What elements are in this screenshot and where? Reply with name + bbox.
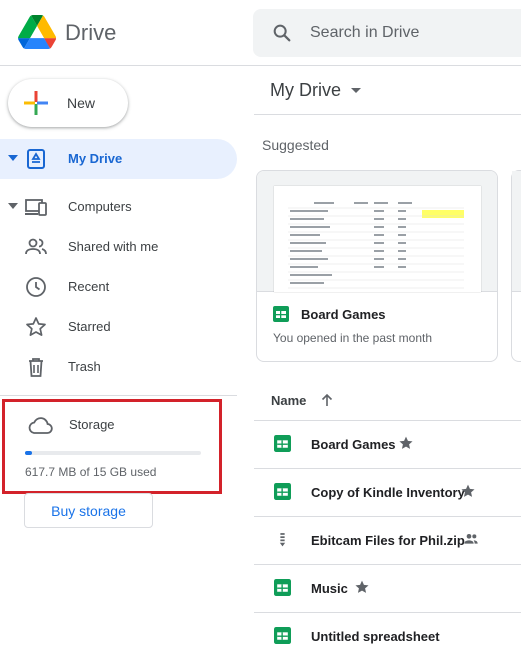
search-bar[interactable]: Search in Drive — [253, 9, 521, 57]
file-thumbnail — [512, 171, 521, 292]
search-icon[interactable] — [271, 22, 293, 44]
shared-people-icon — [464, 534, 478, 544]
suggested-card[interactable]: Board Games You opened in the past month — [256, 170, 498, 362]
file-name: Ebitcam Files for Phil.zip — [311, 533, 465, 548]
sidebar-item-label: Recent — [68, 279, 110, 294]
file-name: Music — [311, 581, 348, 596]
sheets-icon — [274, 483, 291, 500]
drive-logo-icon[interactable] — [18, 15, 56, 49]
search-input[interactable]: Search in Drive — [310, 24, 419, 42]
sidebar-item-computers[interactable]: Computers — [0, 187, 237, 227]
sheets-icon — [274, 579, 291, 596]
spreadsheet-preview — [274, 186, 481, 292]
star-filled-icon — [355, 580, 369, 593]
star-filled-icon — [461, 484, 475, 497]
sidebar-item-label: Trash — [68, 359, 101, 374]
file-row[interactable]: Ebitcam Files for Phil.zip — [254, 517, 521, 565]
cloud-icon — [28, 417, 53, 434]
name-column-header[interactable]: Name — [271, 393, 306, 408]
expand-caret-icon[interactable] — [8, 155, 18, 161]
page-title[interactable]: My Drive — [270, 80, 341, 101]
file-thumbnail — [257, 171, 497, 292]
storage-usage-bar — [25, 451, 201, 455]
suggested-file-name: Board Games — [301, 307, 386, 322]
sheets-icon — [274, 627, 291, 644]
storage-used-text: 617.7 MB of 15 GB used — [25, 465, 157, 479]
main-divider — [254, 114, 521, 115]
computers-icon — [25, 199, 47, 216]
file-row[interactable]: Board Games — [254, 421, 521, 469]
my-drive-icon — [27, 149, 45, 169]
file-name: Copy of Kindle Inventory — [311, 485, 465, 500]
sheets-icon — [274, 435, 291, 452]
file-name: Board Games — [311, 437, 396, 452]
dropdown-caret-icon[interactable] — [351, 88, 361, 93]
suggested-heading: Suggested — [262, 137, 329, 153]
file-row[interactable]: Music — [254, 565, 521, 613]
buy-storage-label: Buy storage — [51, 503, 126, 519]
storage-usage-fill — [25, 451, 33, 455]
sidebar-item-label: Starred — [68, 319, 111, 334]
expand-caret-icon[interactable] — [8, 203, 18, 209]
suggested-card-partial[interactable] — [511, 170, 521, 362]
sheets-icon — [273, 306, 289, 322]
zip-file-icon — [279, 533, 286, 547]
buy-storage-button[interactable]: Buy storage — [24, 493, 153, 528]
star-filled-icon — [399, 436, 413, 449]
file-row[interactable]: Untitled spreadsheet — [254, 613, 521, 653]
new-button-label: New — [67, 95, 96, 111]
clock-icon — [26, 277, 46, 297]
star-icon — [26, 317, 46, 336]
sidebar-item-label: Computers — [68, 199, 132, 214]
sidebar-item-shared-with-me[interactable]: Shared with me — [0, 227, 237, 267]
trash-icon — [29, 358, 43, 377]
sidebar-item-label: My Drive — [68, 151, 123, 166]
sidebar-item-my-drive[interactable]: My Drive — [0, 139, 237, 179]
plus-icon — [24, 91, 48, 115]
sidebar-item-starred[interactable]: Starred — [0, 307, 237, 347]
sidebar-item-label: Shared with me — [68, 239, 159, 254]
storage-section: Storage 617.7 MB of 15 GB used — [2, 399, 222, 494]
shared-icon — [25, 238, 47, 255]
top-header: Drive Search in Drive — [0, 0, 521, 66]
sidebar-divider — [0, 395, 237, 396]
sidebar-item-recent[interactable]: Recent — [0, 267, 237, 307]
new-button[interactable]: New — [8, 79, 128, 127]
sort-arrow-up-icon[interactable] — [319, 392, 335, 408]
app-title: Drive — [65, 20, 117, 45]
suggested-file-reason: You opened in the past month — [273, 331, 433, 345]
file-name: Untitled spreadsheet — [311, 629, 440, 644]
sidebar-item-trash[interactable]: Trash — [0, 347, 237, 387]
file-row[interactable]: Copy of Kindle Inventory — [254, 469, 521, 517]
storage-label[interactable]: Storage — [69, 417, 115, 432]
